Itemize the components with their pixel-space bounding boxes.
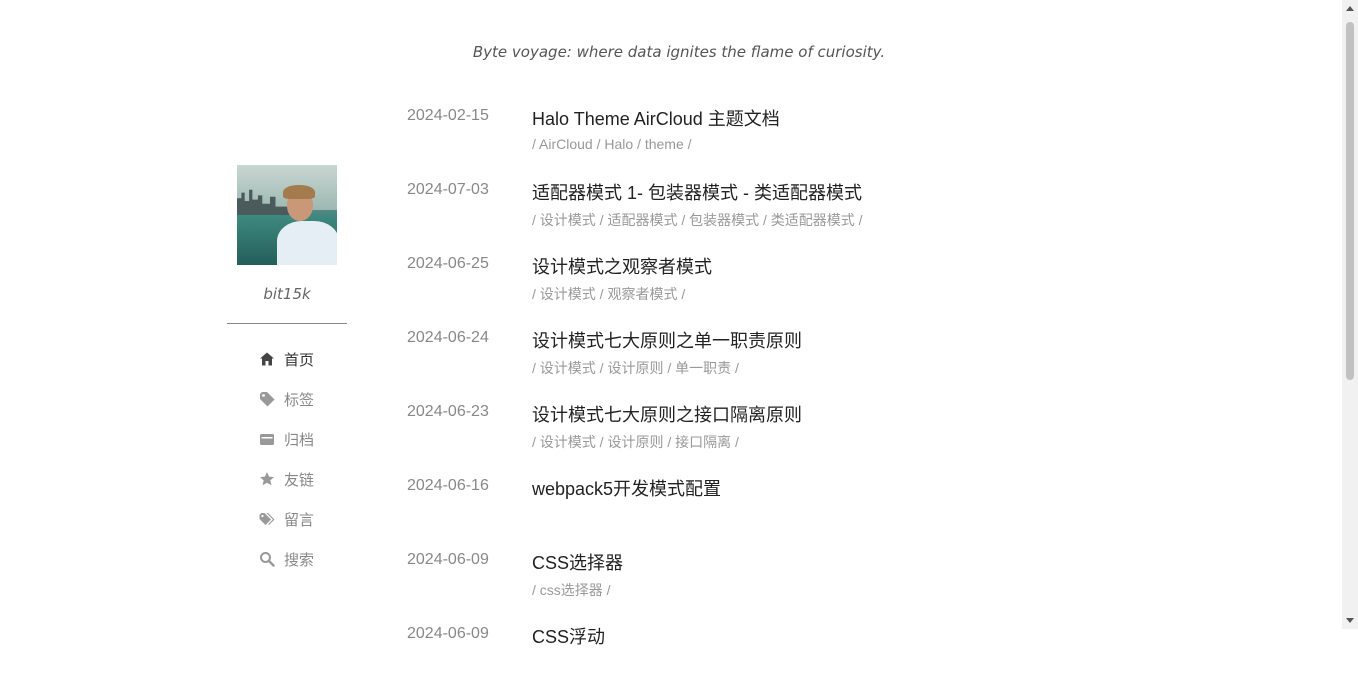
sidebar-nav: 首页 标签 归档 友链 留言 搜索 — [227, 339, 347, 579]
post-tags[interactable]: / 设计模式 / 设计原则 / 单一职责 / — [532, 358, 739, 378]
tag-icon — [259, 391, 275, 407]
scrollbar-thumb[interactable] — [1346, 22, 1354, 380]
nav-item-tags[interactable]: 标签 — [259, 379, 347, 419]
post-date: 2024-06-09 — [407, 551, 489, 568]
post-date: 2024-06-25 — [407, 255, 489, 272]
nav-item-archive[interactable]: 归档 — [259, 419, 347, 459]
post-title[interactable]: webpack5开发模式配置 — [532, 475, 721, 501]
post-title[interactable]: 设计模式七大原则之接口隔离原则 — [532, 401, 802, 427]
vertical-scrollbar[interactable] — [1342, 0, 1358, 629]
nav-item-home[interactable]: 首页 — [259, 339, 347, 379]
nav-label: 归档 — [284, 431, 315, 449]
post-title[interactable]: 设计模式七大原则之单一职责原则 — [532, 327, 802, 353]
nav-item-messages[interactable]: 留言 — [259, 499, 347, 539]
post-list: 2024-02-15 Halo Theme AirCloud 主题文档 / Ai… — [407, 105, 1107, 697]
scroll-down-arrow-icon[interactable] — [1346, 618, 1354, 623]
post-date: 2024-06-16 — [407, 477, 489, 494]
tags-icon — [259, 511, 275, 527]
post-item: 2024-06-23 设计模式七大原则之接口隔离原则 / 设计模式 / 设计原则… — [407, 401, 1107, 475]
nav-item-friends[interactable]: 友链 — [259, 459, 347, 499]
avatar[interactable] — [237, 165, 337, 265]
post-date: 2024-02-15 — [407, 107, 489, 124]
scroll-up-arrow-icon[interactable] — [1346, 6, 1354, 11]
post-tags[interactable]: / 设计模式 / 适配器模式 / 包装器模式 / 类适配器模式 / — [532, 210, 863, 230]
sidebar: bit15k 首页 标签 归档 友链 留言 搜索 — [227, 165, 347, 588]
post-date: 2024-06-09 — [407, 625, 489, 642]
search-icon — [259, 551, 275, 567]
nav-label: 留言 — [284, 511, 315, 529]
post-tags[interactable]: / css选择器 / — [532, 580, 611, 600]
post-item: 2024-06-09 CSS浮动 — [407, 623, 1107, 697]
post-title[interactable]: Halo Theme AirCloud 主题文档 — [532, 105, 780, 131]
post-title[interactable]: 设计模式之观察者模式 — [532, 253, 712, 279]
post-item: 2024-06-25 设计模式之观察者模式 / 设计模式 / 观察者模式 / — [407, 253, 1107, 327]
post-item: 2024-02-15 Halo Theme AirCloud 主题文档 / Ai… — [407, 105, 1107, 179]
post-date: 2024-06-24 — [407, 329, 489, 346]
post-item: 2024-06-24 设计模式七大原则之单一职责原则 / 设计模式 / 设计原则… — [407, 327, 1107, 401]
post-title[interactable]: CSS浮动 — [532, 623, 605, 649]
nav-label: 友链 — [284, 471, 315, 489]
nav-label: 标签 — [284, 391, 315, 409]
post-date: 2024-07-03 — [407, 181, 489, 198]
star-icon — [259, 471, 275, 487]
home-icon — [259, 351, 275, 367]
folder-icon — [259, 431, 275, 447]
post-item: 2024-07-03 适配器模式 1- 包装器模式 - 类适配器模式 / 设计模… — [407, 179, 1107, 253]
post-tags[interactable]: / AirCloud / Halo / theme / — [532, 136, 692, 152]
nav-label: 搜索 — [284, 551, 315, 569]
post-item: 2024-06-09 CSS选择器 / css选择器 / — [407, 549, 1107, 623]
post-tags[interactable]: / 设计模式 / 设计原则 / 接口隔离 / — [532, 432, 739, 452]
post-title[interactable]: 适配器模式 1- 包装器模式 - 类适配器模式 — [532, 179, 862, 205]
post-item: 2024-06-16 webpack5开发模式配置 — [407, 475, 1107, 549]
username: bit15k — [263, 285, 311, 303]
nav-item-search[interactable]: 搜索 — [259, 539, 347, 579]
post-title[interactable]: CSS选择器 — [532, 549, 623, 575]
sidebar-divider — [227, 323, 347, 324]
site-tagline: Byte voyage: where data ignites the flam… — [472, 43, 886, 61]
post-date: 2024-06-23 — [407, 403, 489, 420]
nav-label: 首页 — [284, 351, 315, 369]
post-tags[interactable]: / 设计模式 / 观察者模式 / — [532, 284, 685, 304]
